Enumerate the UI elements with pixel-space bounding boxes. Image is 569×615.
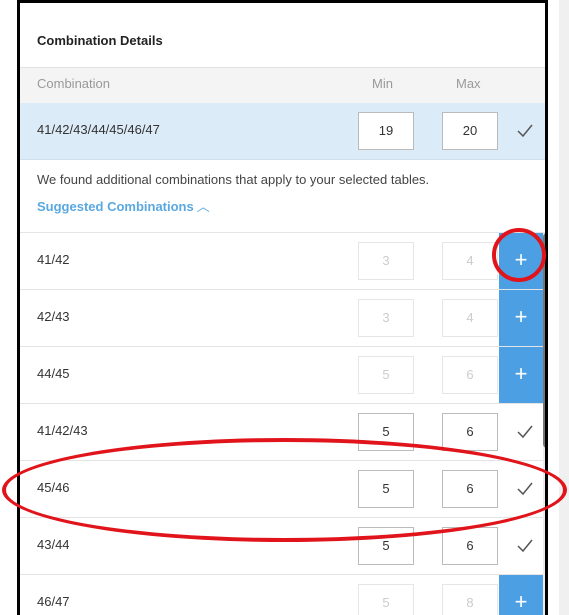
combination-label: 44/45: [37, 366, 70, 381]
plus-icon: +: [514, 589, 528, 614]
combination-label: 41/42/43/44/45/46/47: [37, 122, 160, 137]
max-input: 4: [442, 242, 498, 280]
max-input[interactable]: 6: [442, 413, 498, 451]
max-input: 6: [442, 356, 498, 394]
plus-icon: +: [514, 361, 528, 386]
column-header: Combination Min Max: [20, 67, 545, 105]
checkmark-icon: [516, 122, 534, 140]
combination-label: 41/42/43: [37, 423, 88, 438]
page-edge: [559, 0, 569, 615]
annotation-ellipse: [2, 438, 567, 542]
plus-icon: +: [514, 304, 528, 329]
info-text: We found additional combinations that ap…: [37, 172, 430, 187]
min-input[interactable]: 19: [358, 112, 414, 150]
combination-label: 41/42: [37, 252, 70, 267]
annotation-circle: [492, 228, 546, 282]
add-combination-button[interactable]: +: [499, 347, 543, 403]
min-input: 5: [358, 356, 414, 394]
min-input: 5: [358, 584, 414, 615]
selected-combination-row: 41/42/43/44/45/46/47 19 20: [20, 103, 545, 160]
combination-label: 43/44: [37, 537, 70, 552]
column-max: Max: [456, 76, 481, 91]
max-input[interactable]: 20: [442, 112, 498, 150]
max-input[interactable]: 6: [442, 527, 498, 565]
min-input: 3: [358, 299, 414, 337]
combination-row: 46/47 5 8 +: [20, 574, 545, 615]
add-combination-button[interactable]: +: [499, 290, 543, 346]
checkmark-icon: [516, 537, 534, 555]
column-min: Min: [372, 76, 393, 91]
min-input: 3: [358, 242, 414, 280]
combination-row: 42/43 3 4 +: [20, 289, 545, 347]
add-combination-button[interactable]: +: [499, 575, 543, 615]
chevron-up-icon: ︿: [196, 199, 210, 214]
scrollbar[interactable]: [543, 233, 545, 615]
suggested-label: Suggested Combinations: [37, 199, 194, 214]
checkmark-icon: [516, 423, 534, 441]
column-combination: Combination: [37, 76, 110, 91]
max-input: 8: [442, 584, 498, 615]
combination-row: 44/45 5 6 +: [20, 346, 545, 404]
suggested-combinations-toggle[interactable]: Suggested Combinations ︿: [37, 196, 210, 215]
combination-label: 46/47: [37, 594, 70, 609]
combination-row: 41/42 3 4 +: [20, 232, 545, 290]
combination-label: 42/43: [37, 309, 70, 324]
max-input: 4: [442, 299, 498, 337]
panel-title: Combination Details: [37, 33, 163, 48]
